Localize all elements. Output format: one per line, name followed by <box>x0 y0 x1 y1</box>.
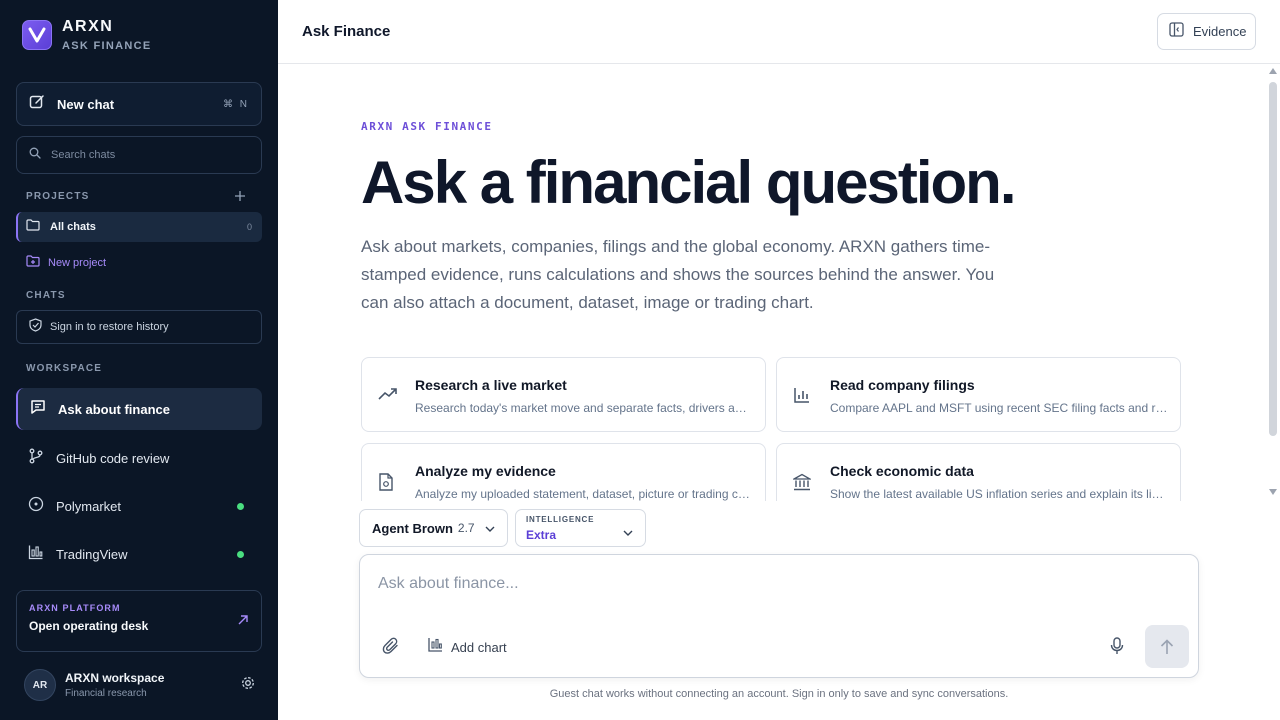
profile-subtitle: Financial research <box>65 688 147 699</box>
composer: Add chart <box>359 554 1199 678</box>
git-branch-icon <box>28 448 44 469</box>
new-chat-label: New chat <box>57 96 115 112</box>
model-name: Agent Brown <box>372 520 453 536</box>
card-description: Show the latest available US inflation s… <box>830 487 1168 501</box>
document-icon <box>378 473 394 496</box>
intelligence-value: Extra <box>526 528 557 542</box>
scrollbar[interactable] <box>1266 64 1280 500</box>
platform-kicker: ARXN PLATFORM <box>29 603 121 613</box>
status-dot <box>237 502 244 510</box>
search-icon <box>29 146 41 164</box>
card-title: Research a live market <box>415 377 567 393</box>
evidence-label: Evidence <box>1193 24 1247 39</box>
new-chat-button[interactable]: New chat ⌘ N <box>16 82 262 126</box>
target-icon <box>28 496 44 517</box>
microphone-icon[interactable] <box>1110 637 1124 660</box>
open-platform-card[interactable]: ARXN PLATFORM Open operating desk <box>16 590 262 652</box>
chevron-down-icon <box>623 523 633 541</box>
chart-icon <box>28 544 44 565</box>
sign-in-button[interactable]: Sign in to restore history <box>16 310 262 344</box>
scroll-down-arrow[interactable] <box>1269 489 1277 495</box>
shield-check-icon <box>29 317 42 337</box>
projects-heading: PROJECTS <box>26 191 90 202</box>
chevron-down-icon <box>485 519 495 537</box>
gear-icon[interactable] <box>240 675 256 696</box>
edit-icon <box>29 94 45 115</box>
card-title: Check economic data <box>830 463 974 479</box>
evidence-button[interactable]: Evidence <box>1157 13 1256 50</box>
card-title: Read company filings <box>830 377 975 393</box>
search-input[interactable] <box>51 149 241 161</box>
card-title: Analyze my evidence <box>415 463 556 479</box>
avatar: AR <box>24 669 56 701</box>
sidebar-item-label: Polymarket <box>56 498 122 514</box>
intelligence-label: INTELLIGENCE <box>526 515 595 524</box>
bank-icon <box>791 473 813 496</box>
sidebar-item-github-review[interactable]: GitHub code review <box>16 437 262 479</box>
scroll-up-arrow[interactable] <box>1269 68 1277 74</box>
arrow-up-right-icon <box>237 613 249 631</box>
all-chats-label: All chats <box>50 221 96 233</box>
sidebar-item-label: GitHub code review <box>56 450 170 466</box>
card-description: Analyze my uploaded statement, dataset, … <box>415 487 753 501</box>
hero-headline: Ask a financial question. <box>361 149 1017 216</box>
add-chart-button[interactable]: Add chart <box>428 637 507 657</box>
chart-icon <box>428 637 443 657</box>
all-chats-item[interactable]: All chats 0 <box>16 212 262 242</box>
add-project-button[interactable] <box>232 188 248 204</box>
chat-icon <box>30 399 46 420</box>
platform-title: Open operating desk <box>29 619 149 633</box>
brand-name: ARXN <box>62 18 114 35</box>
card-description: Research today's market move and separat… <box>415 401 753 415</box>
model-selector[interactable]: Agent Brown 2.7 <box>359 509 508 547</box>
brand[interactable]: ARXN ASK FINANCE <box>22 18 151 52</box>
arrow-up-icon <box>1160 638 1174 654</box>
send-button[interactable] <box>1145 625 1189 668</box>
keyboard-shortcut: ⌘ N <box>223 98 249 110</box>
trending-up-icon <box>378 386 398 407</box>
profile[interactable]: AR ARXN workspace Financial research <box>24 669 256 701</box>
brand-subtitle: ASK FINANCE <box>62 40 152 52</box>
sign-in-label: Sign in to restore history <box>50 321 169 333</box>
plus-icon <box>235 191 245 201</box>
add-chart-label: Add chart <box>451 639 507 655</box>
search-box[interactable] <box>16 136 262 174</box>
suggestion-card[interactable]: Read company filings Compare AAPL and MS… <box>776 357 1181 432</box>
workspace-heading: WORKSPACE <box>26 363 103 374</box>
sidebar: ARXN ASK FINANCE New chat ⌘ N PROJECTS A… <box>0 0 278 720</box>
panel-icon <box>1169 21 1184 42</box>
chat-count: 0 <box>246 222 252 232</box>
intelligence-selector[interactable]: INTELLIGENCE Extra <box>515 509 646 547</box>
folder-icon <box>26 218 40 236</box>
suggestion-card[interactable]: Research a live market Research today's … <box>361 357 766 432</box>
sidebar-item-polymarket[interactable]: Polymarket <box>16 485 262 527</box>
sidebar-item-label: TradingView <box>56 546 128 562</box>
footnote: Guest chat works without connecting an a… <box>549 688 1009 700</box>
hero-kicker: ARXN ASK FINANCE <box>361 120 493 133</box>
profile-name: ARXN workspace <box>65 671 165 685</box>
sidebar-item-label: Ask about finance <box>58 401 170 417</box>
suggestion-card[interactable]: Check economic data Show the latest avai… <box>776 443 1181 501</box>
paperclip-icon[interactable] <box>382 637 400 660</box>
bar-chart-icon <box>793 386 811 409</box>
folder-plus-icon <box>26 254 40 272</box>
sidebar-item-tradingview[interactable]: TradingView <box>16 533 262 575</box>
model-version: 2.7 <box>457 521 475 535</box>
message-input[interactable] <box>378 575 1158 593</box>
topbar: Ask Finance Evidence <box>278 0 1280 64</box>
status-dot <box>237 550 244 558</box>
hero: ARXN ASK FINANCE Ask a financial questio… <box>361 120 1241 317</box>
suggestion-cards: Research a live market Research today's … <box>361 357 1182 501</box>
scroll-thumb[interactable] <box>1269 82 1277 436</box>
page-title: Ask Finance <box>302 23 391 40</box>
card-description: Compare AAPL and MSFT using recent SEC f… <box>830 401 1168 415</box>
suggestion-card[interactable]: Analyze my evidence Analyze my uploaded … <box>361 443 766 501</box>
sidebar-item-ask-finance[interactable]: Ask about finance <box>16 388 262 430</box>
new-project-label: New project <box>48 257 107 269</box>
new-project-link[interactable]: New project <box>26 254 106 272</box>
logo-icon <box>22 20 52 50</box>
chats-heading: CHATS <box>26 290 66 301</box>
hero-subtext: Ask about markets, companies, filings an… <box>361 237 995 312</box>
